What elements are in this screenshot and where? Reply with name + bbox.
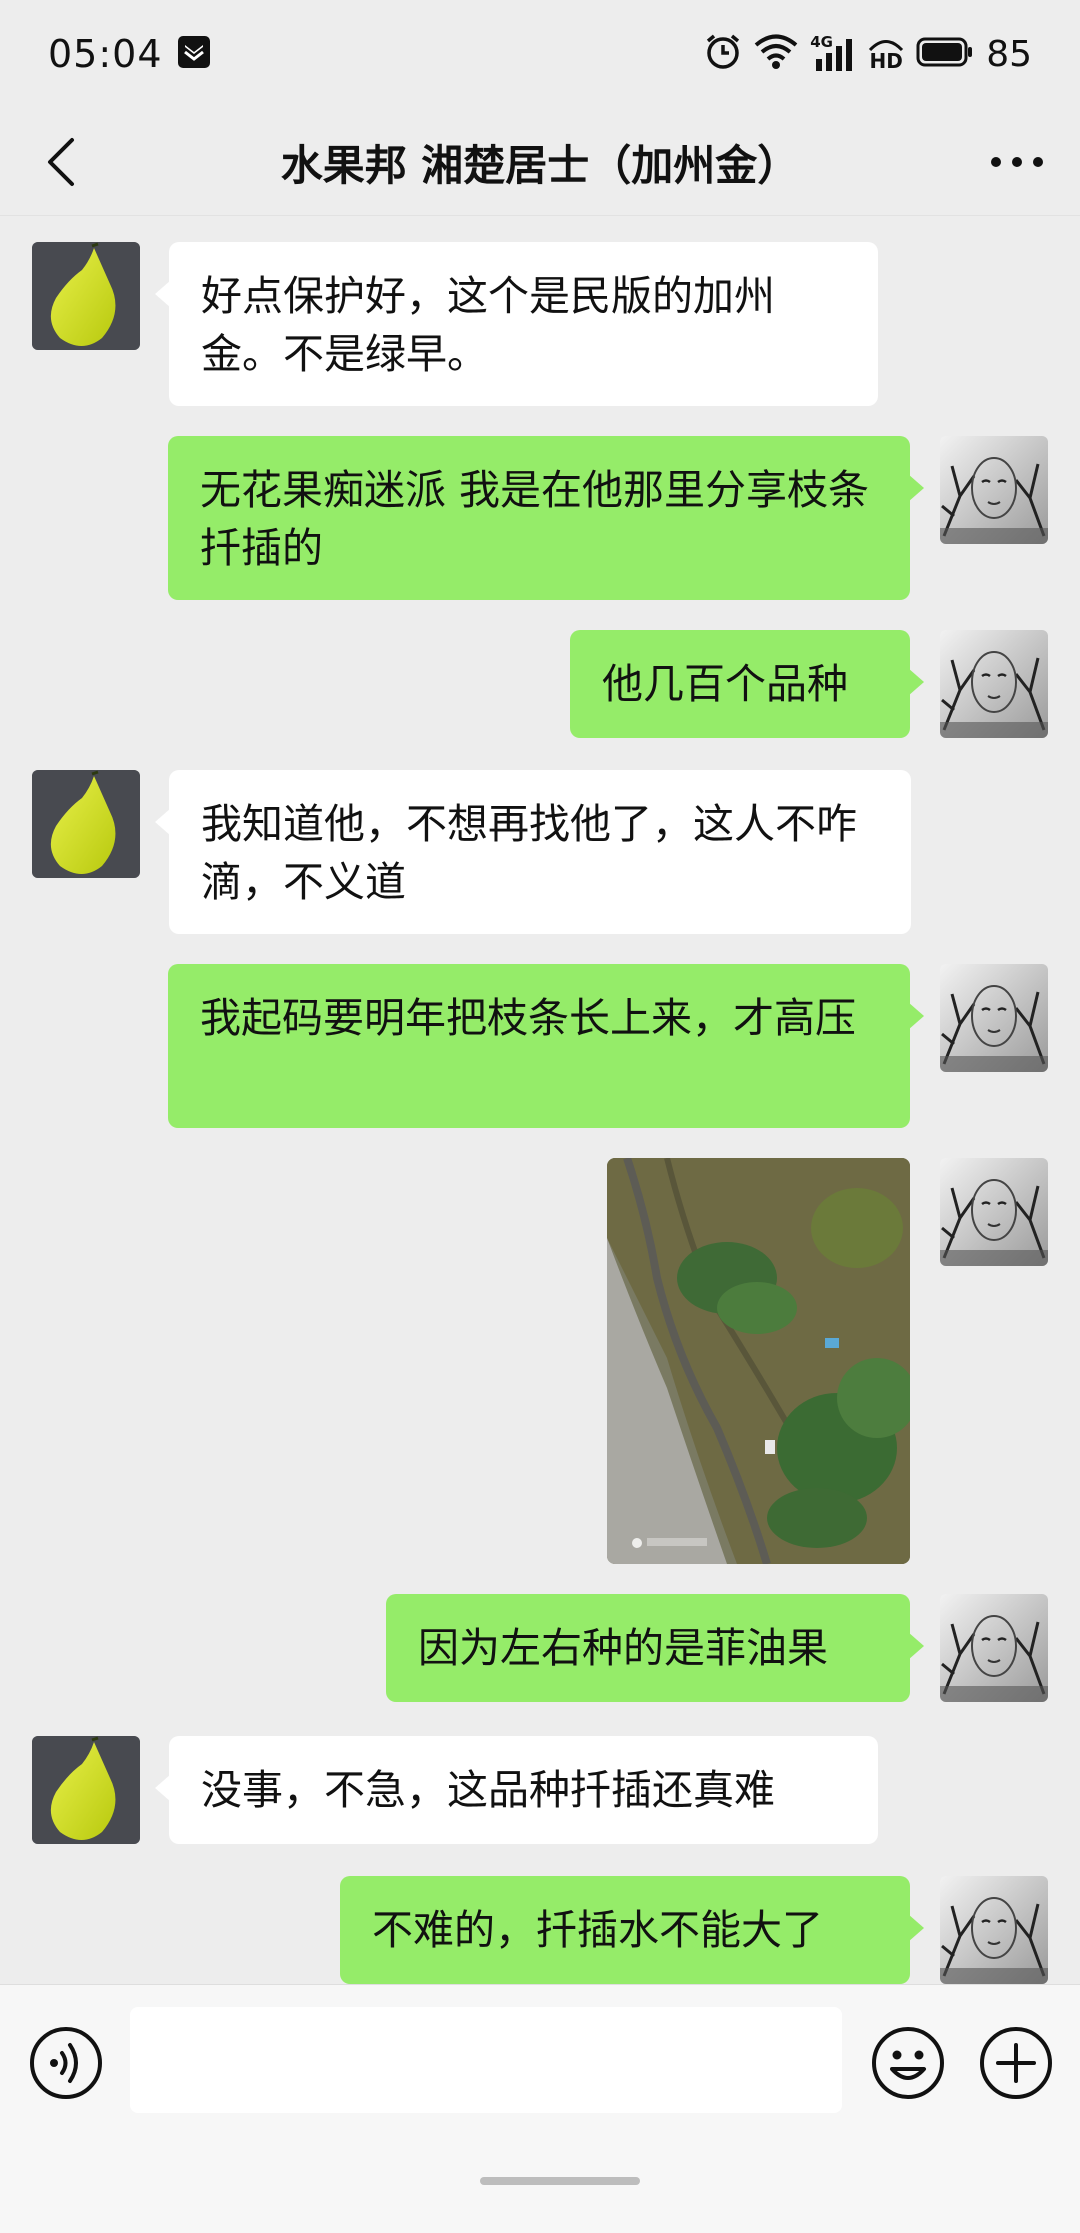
- contact-avatar[interactable]: [32, 242, 140, 350]
- status-bar: 05:04 4G HD 85: [0, 0, 1080, 108]
- self-avatar[interactable]: [940, 1876, 1048, 1984]
- contact-avatar[interactable]: [32, 770, 140, 878]
- plus-icon: [980, 2027, 1052, 2099]
- message-bubble-received[interactable]: 我知道他，不想再找他了，这人不咋滴，不义道: [155, 770, 911, 934]
- network-type-label: 4G: [810, 33, 833, 51]
- status-time: 05:04: [48, 32, 163, 76]
- message-text: 不难的，扦插水不能大了: [372, 1906, 823, 1954]
- message-bubble-sent[interactable]: 我起码要明年把枝条长上来，才高压: [168, 964, 924, 1128]
- message-text: 我起码要明年把枝条长上来，才高压: [200, 994, 856, 1042]
- message-bubble-received[interactable]: 好点保护好，这个是民版的加州金。不是绿早。: [155, 242, 878, 406]
- message-text: 好点保护好，这个是民版的加州金。不是绿早。: [201, 272, 775, 378]
- emoji-button[interactable]: [870, 2025, 946, 2101]
- emoji-icon: [872, 2027, 944, 2099]
- message-input[interactable]: [130, 2007, 842, 2113]
- battery-icon: [916, 37, 974, 71]
- voice-icon: [30, 2027, 102, 2099]
- more-dots-icon: [991, 157, 1043, 167]
- message-text: 我知道他，不想再找他了，这人不咋滴，不义道: [201, 800, 857, 906]
- chat-title: 水果邦 湘楚居士（加州金）: [280, 140, 800, 190]
- self-avatar[interactable]: [940, 436, 1048, 544]
- self-avatar[interactable]: [940, 1594, 1048, 1702]
- input-bar: [0, 1984, 1080, 2233]
- chat-header: 水果邦 湘楚居士（加州金）: [0, 108, 1080, 216]
- signal-icon: 4G: [810, 33, 856, 71]
- message-bubble-sent[interactable]: 无花果痴迷派 我是在他那里分享枝条扦插的: [168, 436, 924, 600]
- self-avatar[interactable]: [940, 1158, 1048, 1266]
- notification-icon: [177, 35, 211, 73]
- more-button[interactable]: [984, 134, 1050, 190]
- message-text: 没事，不急，这品种扦插还真难: [201, 1766, 775, 1814]
- alarm-icon: [704, 33, 742, 75]
- self-avatar[interactable]: [940, 964, 1048, 1072]
- message-text: 无花果痴迷派 我是在他那里分享枝条扦插的: [200, 466, 870, 572]
- message-bubble-sent[interactable]: 因为左右种的是菲油果: [386, 1594, 924, 1702]
- wifi-icon: [754, 34, 798, 74]
- message-bubble-sent[interactable]: 他几百个品种: [570, 630, 924, 738]
- image-message[interactable]: [607, 1158, 910, 1564]
- voice-button[interactable]: [28, 2025, 104, 2101]
- plus-button[interactable]: [978, 2025, 1054, 2101]
- message-text: 他几百个品种: [602, 660, 848, 708]
- contact-avatar[interactable]: [32, 1736, 140, 1844]
- chevron-left-icon: [48, 138, 74, 186]
- hd-voice-icon: HD: [868, 37, 904, 71]
- garden-photo: [607, 1158, 910, 1564]
- message-text: 因为左右种的是菲油果: [418, 1624, 828, 1672]
- self-avatar[interactable]: [940, 630, 1048, 738]
- battery-level: 85: [986, 33, 1032, 75]
- back-button[interactable]: [28, 128, 96, 196]
- message-bubble-sent[interactable]: 不难的，扦插水不能大了: [340, 1876, 924, 1984]
- home-indicator[interactable]: [480, 2177, 640, 2185]
- message-bubble-received[interactable]: 没事，不急，这品种扦插还真难: [155, 1736, 878, 1844]
